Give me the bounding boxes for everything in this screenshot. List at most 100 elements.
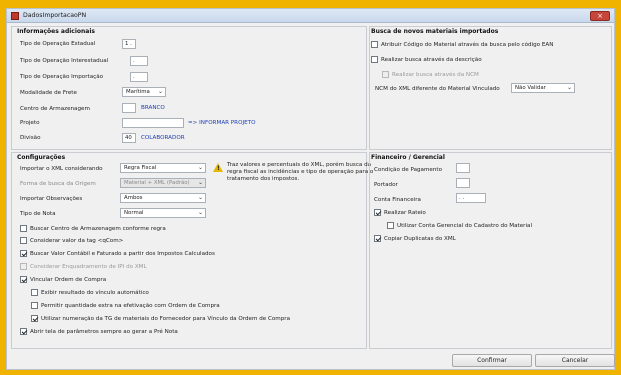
tipo-importacao-input[interactable]: . <box>130 72 148 82</box>
condicao-input[interactable] <box>456 163 470 173</box>
busca-ean-label: Atribuir Código do Material através da b… <box>381 41 554 48</box>
cfg-check-exibir-resultado-label: Exibir resultado do vínculo automático <box>41 289 149 296</box>
cfg-check-ordem-compra-label: Vincular Ordem de Compra <box>30 276 107 283</box>
ncm-select[interactable]: Não Validar ⌄ <box>511 83 575 93</box>
close-button[interactable]: × <box>590 11 610 21</box>
tipo-estadual-input[interactable]: 1 . <box>122 39 136 49</box>
busca-ncm-label: Realizar busca através da NCM <box>392 71 479 78</box>
warning-note: Traz valores e percentuais do XML, porém… <box>227 162 374 182</box>
fin-check-copiar[interactable]: Copiar Duplicatas do XML <box>374 235 456 242</box>
tipo-interestadual-input[interactable]: . <box>130 56 148 66</box>
modalidade-value: Marítima <box>126 89 150 95</box>
cfg-check-exibir-resultado[interactable]: Exibir resultado do vínculo automático <box>31 289 149 296</box>
cfg-check-ipi: Considerar Enquadramento de IPI do XML <box>20 263 147 270</box>
chevron-down-icon: ⌄ <box>197 194 203 201</box>
busca-ean-checkbox[interactable]: Atribuir Código do Material através da b… <box>371 41 553 48</box>
tipo-nota-select[interactable]: Normal ⌄ <box>120 208 206 218</box>
checkbox-box[interactable] <box>20 237 27 244</box>
observacoes-select[interactable]: Ambos ⌄ <box>120 193 206 203</box>
fin-check-utilizar-conta-label: Utilizar Conta Gerencial do Cadastro do … <box>397 222 533 229</box>
app-icon <box>11 12 19 20</box>
checkbox-box[interactable] <box>371 56 378 63</box>
tipo-nota-value: Normal <box>124 210 144 216</box>
checkbox-box[interactable] <box>371 41 378 48</box>
cfg-check-centro[interactable]: Buscar Centro de Armazenagem conforme re… <box>20 225 166 232</box>
chevron-down-icon: ⌄ <box>197 179 203 186</box>
fin-check-utilizar-conta[interactable]: Utilizar Conta Gerencial do Cadastro do … <box>387 222 532 229</box>
projeto-input[interactable] <box>122 118 184 128</box>
modalidade-label: Modalidade de Frete <box>20 90 77 96</box>
checkbox-box[interactable] <box>20 328 27 335</box>
chevron-down-icon: ⌄ <box>566 84 572 91</box>
divisao-label: Divisão <box>20 135 41 141</box>
config-section-title: Configurações <box>17 154 66 161</box>
financeiro-panel <box>369 152 612 349</box>
checkbox-box[interactable] <box>31 302 38 309</box>
cfg-check-abrir-tela-label: Abrir tela de parâmetros sempre ao gerar… <box>30 328 178 335</box>
checkbox-box[interactable] <box>374 209 381 216</box>
centro-input[interactable] <box>122 103 136 113</box>
cancel-button[interactable]: Cancelar <box>535 354 615 367</box>
warning-icon: ! <box>213 163 223 172</box>
checkbox-box[interactable] <box>387 222 394 229</box>
confirm-button[interactable]: Confirmar <box>452 354 532 367</box>
checkbox-box[interactable] <box>31 289 38 296</box>
cfg-check-ordem-compra[interactable]: Vincular Ordem de Compra <box>20 276 106 283</box>
projeto-label: Projeto <box>20 120 40 126</box>
conta-input[interactable]: . . <box>456 193 486 203</box>
chevron-down-icon: ⌄ <box>197 164 203 171</box>
importar-value: Regra Fiscal <box>124 165 157 171</box>
checkbox-box[interactable] <box>20 250 27 257</box>
condicao-label: Condição de Pagamento <box>374 167 443 173</box>
conta-label: Conta Financeira <box>374 197 421 203</box>
projeto-link[interactable]: => INFORMAR PROJETO <box>188 120 255 126</box>
ncm-label: NCM do XML diferente do Material Vincula… <box>375 86 500 92</box>
tipo-estadual-label: Tipo de Operação Estadual <box>20 41 96 47</box>
portador-input[interactable] <box>456 178 470 188</box>
info-section-title: Informações adicionais <box>17 28 95 35</box>
importar-select[interactable]: Regra Fiscal ⌄ <box>120 163 206 173</box>
divisao-link[interactable]: COLABORADOR <box>141 135 185 141</box>
ncm-value: Não Validar <box>515 85 546 91</box>
fin-check-rateio-label: Realizar Rateio <box>384 209 426 216</box>
observacoes-value: Ambos <box>124 195 143 201</box>
checkbox-box[interactable] <box>31 315 38 322</box>
busca-section-title: Busca de novos materiais importados <box>371 28 499 35</box>
dialog-window: DadosImportacaoPN × Informações adiciona… <box>6 8 615 370</box>
busca-descricao-label: Realizar busca através da descrição <box>381 56 482 63</box>
centro-label: Centro de Armazenagem <box>20 106 90 112</box>
window-title: DadosImportacaoPN <box>23 12 87 19</box>
cfg-check-qcom[interactable]: Considerar valor da tag <qCom> <box>20 237 123 244</box>
centro-link[interactable]: BRANCO <box>141 105 165 111</box>
cfg-check-quantidade-extra[interactable]: Permitir quantidade extra na efetivação … <box>31 302 220 309</box>
cfg-check-qcom-label: Considerar valor da tag <qCom> <box>30 237 124 244</box>
busca-ncm-checkbox: Realizar busca através da NCM <box>382 71 479 78</box>
divisao-input[interactable]: 40 <box>122 133 136 143</box>
cfg-check-valor-contabil-label: Buscar Valor Contábil e Faturado a parti… <box>30 250 215 257</box>
checkbox-box[interactable] <box>20 276 27 283</box>
importar-label: Importar o XML considerando <box>20 166 103 172</box>
checkbox-box <box>382 71 389 78</box>
cfg-check-numeracao-tg[interactable]: Utilizar numeração da TG de materiais do… <box>31 315 290 322</box>
checkbox-box[interactable] <box>20 225 27 232</box>
portador-label: Portador <box>374 182 398 188</box>
fin-check-rateio[interactable]: Realizar Rateio <box>374 209 426 216</box>
modalidade-select[interactable]: Marítima ⌄ <box>122 87 166 97</box>
checkbox-box[interactable] <box>374 235 381 242</box>
title-bar[interactable]: DadosImportacaoPN × <box>7 9 614 23</box>
cfg-check-valor-contabil[interactable]: Buscar Valor Contábil e Faturado a parti… <box>20 250 215 257</box>
cfg-check-ipi-label: Considerar Enquadramento de IPI do XML <box>30 263 147 270</box>
cfg-check-centro-label: Buscar Centro de Armazenagem conforme re… <box>30 225 166 232</box>
tipo-interestadual-label: Tipo de Operação Interestadual <box>20 58 109 64</box>
chevron-down-icon: ⌄ <box>157 88 163 95</box>
cfg-check-abrir-tela[interactable]: Abrir tela de parâmetros sempre ao gerar… <box>20 328 178 335</box>
tipo-nota-label: Tipo de Nota <box>20 211 56 217</box>
cfg-check-numeracao-tg-label: Utilizar numeração da TG de materiais do… <box>41 315 291 322</box>
tipo-importacao-label: Tipo de Operação Importação <box>20 74 104 80</box>
chevron-down-icon: ⌄ <box>197 209 203 216</box>
observacoes-label: Importar Observações <box>20 196 83 202</box>
busca-descricao-checkbox[interactable]: Realizar busca através da descrição <box>371 56 482 63</box>
cfg-check-quantidade-extra-label: Permitir quantidade extra na efetivação … <box>41 302 220 309</box>
forma-value: Material + XML (Padrão) <box>124 180 190 186</box>
checkbox-box <box>20 263 27 270</box>
